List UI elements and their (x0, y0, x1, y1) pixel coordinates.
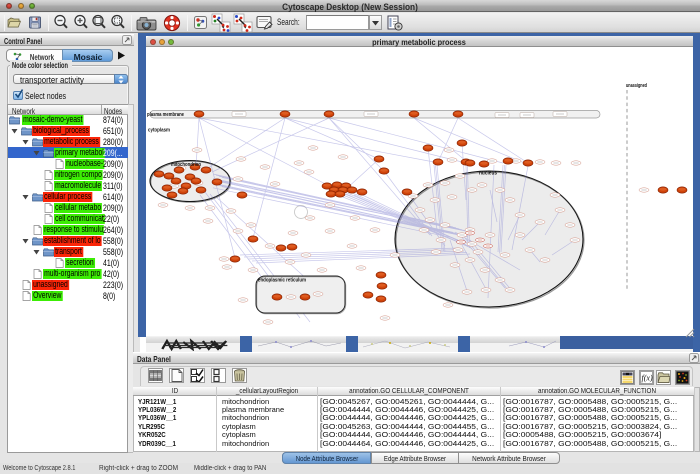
svg-text:nucleus: nucleus (479, 171, 497, 177)
svg-text:f(x): f(x) (642, 374, 653, 383)
svg-text:plasma membrane: plasma membrane (147, 112, 185, 118)
svg-text:unassigned: unassigned (626, 83, 647, 89)
svg-text:mitochondrion: mitochondrion (171, 162, 201, 168)
svg-text:endoplasmic reticulum: endoplasmic reticulum (258, 278, 306, 284)
svg-text:cytoplasm: cytoplasm (148, 128, 170, 134)
